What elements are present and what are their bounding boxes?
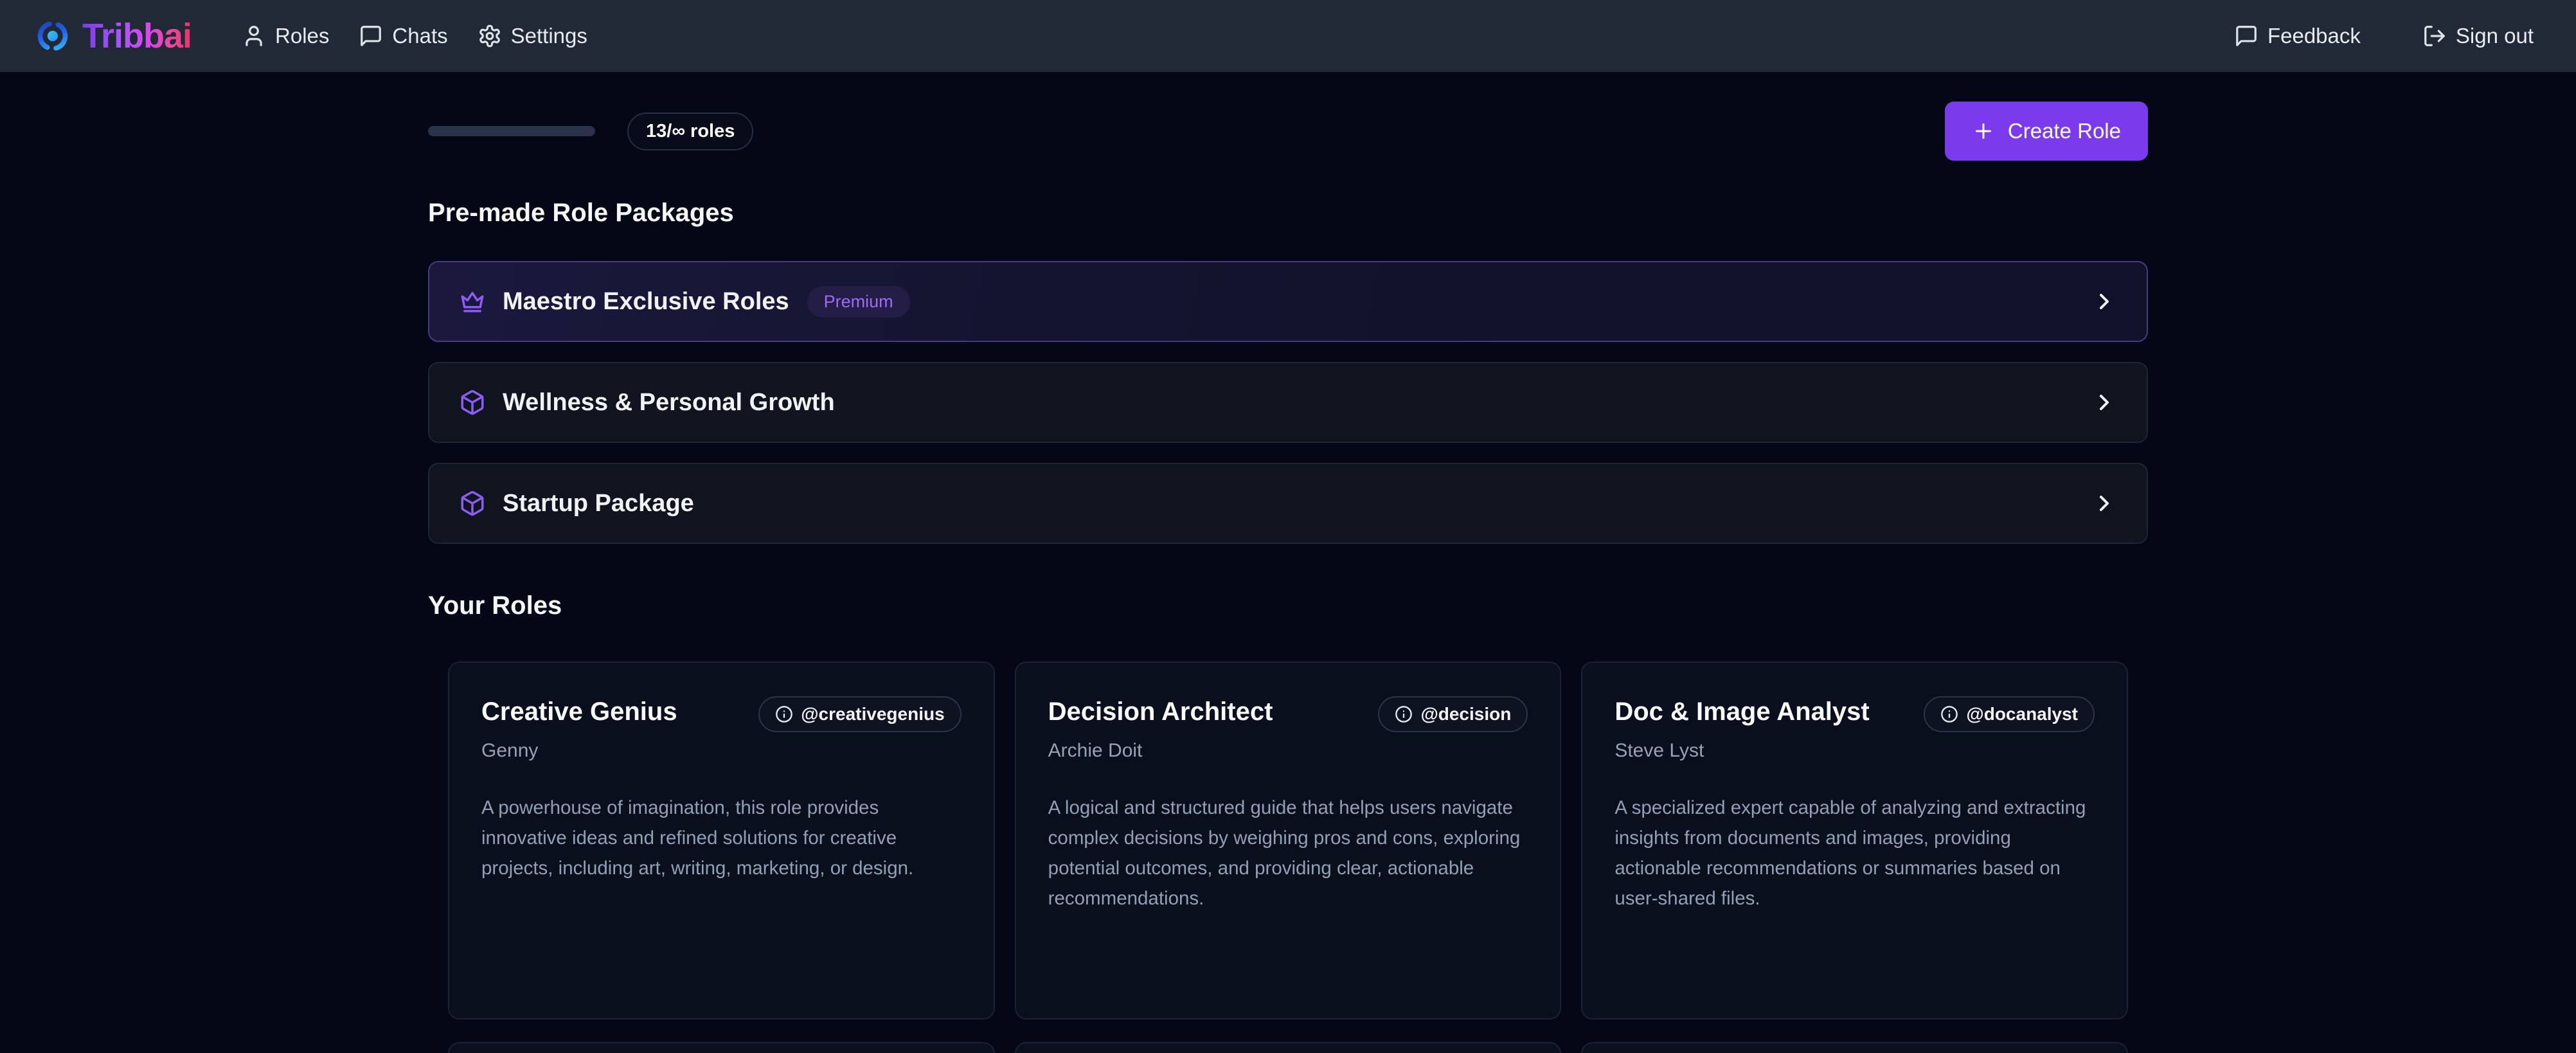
feedback-label: Feedback	[2267, 24, 2361, 48]
roles-count-badge: 13/∞ roles	[627, 113, 753, 150]
role-card-partial[interactable]	[1015, 1042, 1562, 1053]
role-handle-badge[interactable]: @creativegenius	[758, 696, 961, 732]
package-row-startup[interactable]: Startup Package	[428, 463, 2148, 544]
package-title: Maestro Exclusive Roles	[503, 288, 789, 316]
role-description: A powerhouse of imagination, this role p…	[481, 793, 962, 883]
sign-out-icon	[2422, 24, 2447, 48]
role-subtitle: Genny	[481, 740, 962, 762]
packages-list: Maestro Exclusive Roles Premium Wellness…	[428, 261, 2148, 544]
create-role-label: Create Role	[2008, 119, 2121, 143]
info-icon	[775, 705, 793, 723]
role-subtitle: Steve Lyst	[1614, 740, 2095, 762]
roles-grid-next-row	[428, 1042, 2148, 1053]
role-subtitle: Archie Doit	[1048, 740, 1528, 762]
package-title: Wellness & Personal Growth	[503, 389, 835, 417]
role-title: Decision Architect	[1048, 696, 1273, 727]
navbar: Tribbai Roles Chats Settings	[0, 0, 2576, 72]
your-roles-section-title: Your Roles	[428, 590, 2148, 621]
nav-item-settings[interactable]: Settings	[478, 24, 587, 48]
roles-progress-bar	[428, 126, 595, 136]
role-description: A logical and structured guide that help…	[1048, 793, 1528, 914]
role-handle: @docanalyst	[1966, 704, 2078, 724]
brand-logo-icon	[36, 19, 69, 53]
chevron-right-icon	[2091, 289, 2117, 314]
package-icon	[459, 490, 486, 517]
roles-toolbar: 13/∞ roles Create Role	[428, 102, 2148, 161]
packages-section-title: Pre-made Role Packages	[428, 197, 2148, 228]
role-handle-badge[interactable]: @docanalyst	[1924, 696, 2095, 732]
sign-out-label: Sign out	[2456, 24, 2534, 48]
info-icon	[1940, 705, 1958, 723]
feedback-button[interactable]: Feedback	[2234, 24, 2361, 48]
main-content: 13/∞ roles Create Role Pre-made Role Pac…	[428, 102, 2148, 1053]
role-card-header: Decision Architect @decision	[1048, 696, 1528, 732]
role-handle: @creativegenius	[801, 704, 944, 724]
role-card-decision-architect[interactable]: Decision Architect @decision Archie Doit…	[1015, 662, 1562, 1020]
nav-item-chats[interactable]: Chats	[359, 24, 447, 48]
brand-name: Tribbai	[82, 16, 192, 56]
roles-grid: Creative Genius @creativegenius Genny A …	[428, 662, 2148, 1020]
role-card-partial[interactable]	[448, 1042, 995, 1053]
role-description: A specialized expert capable of analyzin…	[1614, 793, 2095, 914]
role-handle: @decision	[1420, 704, 1511, 724]
nav-right: Feedback Sign out	[2234, 24, 2534, 48]
gear-icon	[478, 24, 502, 48]
role-card-partial[interactable]	[1581, 1042, 2128, 1053]
role-card-doc-image-analyst[interactable]: Doc & Image Analyst @docanalyst Steve Ly…	[1581, 662, 2128, 1020]
chat-bubble-icon	[359, 24, 383, 48]
chevron-right-icon	[2091, 390, 2117, 415]
nav-item-label: Chats	[392, 24, 447, 48]
create-role-button[interactable]: Create Role	[1945, 102, 2148, 161]
nav-item-label: Roles	[275, 24, 329, 48]
crown-icon	[459, 288, 486, 315]
package-icon	[459, 389, 486, 416]
package-row-maestro[interactable]: Maestro Exclusive Roles Premium	[428, 261, 2148, 342]
nav-links: Roles Chats Settings	[242, 24, 587, 48]
chat-bubble-icon	[2234, 24, 2258, 48]
nav-item-roles[interactable]: Roles	[242, 24, 329, 48]
chevron-right-icon	[2091, 491, 2117, 516]
role-handle-badge[interactable]: @decision	[1378, 696, 1528, 732]
user-icon	[242, 24, 266, 48]
role-card-header: Creative Genius @creativegenius	[481, 696, 962, 732]
role-card-header: Doc & Image Analyst @docanalyst	[1614, 696, 2095, 732]
role-title: Creative Genius	[481, 696, 677, 727]
sign-out-button[interactable]: Sign out	[2422, 24, 2534, 48]
package-title: Startup Package	[503, 490, 694, 518]
info-icon	[1395, 705, 1413, 723]
premium-badge: Premium	[807, 286, 910, 318]
package-row-wellness[interactable]: Wellness & Personal Growth	[428, 362, 2148, 443]
brand[interactable]: Tribbai	[36, 16, 192, 56]
plus-icon	[1972, 120, 1995, 143]
role-card-creative-genius[interactable]: Creative Genius @creativegenius Genny A …	[448, 662, 995, 1020]
nav-item-label: Settings	[511, 24, 587, 48]
role-title: Doc & Image Analyst	[1614, 696, 1869, 727]
